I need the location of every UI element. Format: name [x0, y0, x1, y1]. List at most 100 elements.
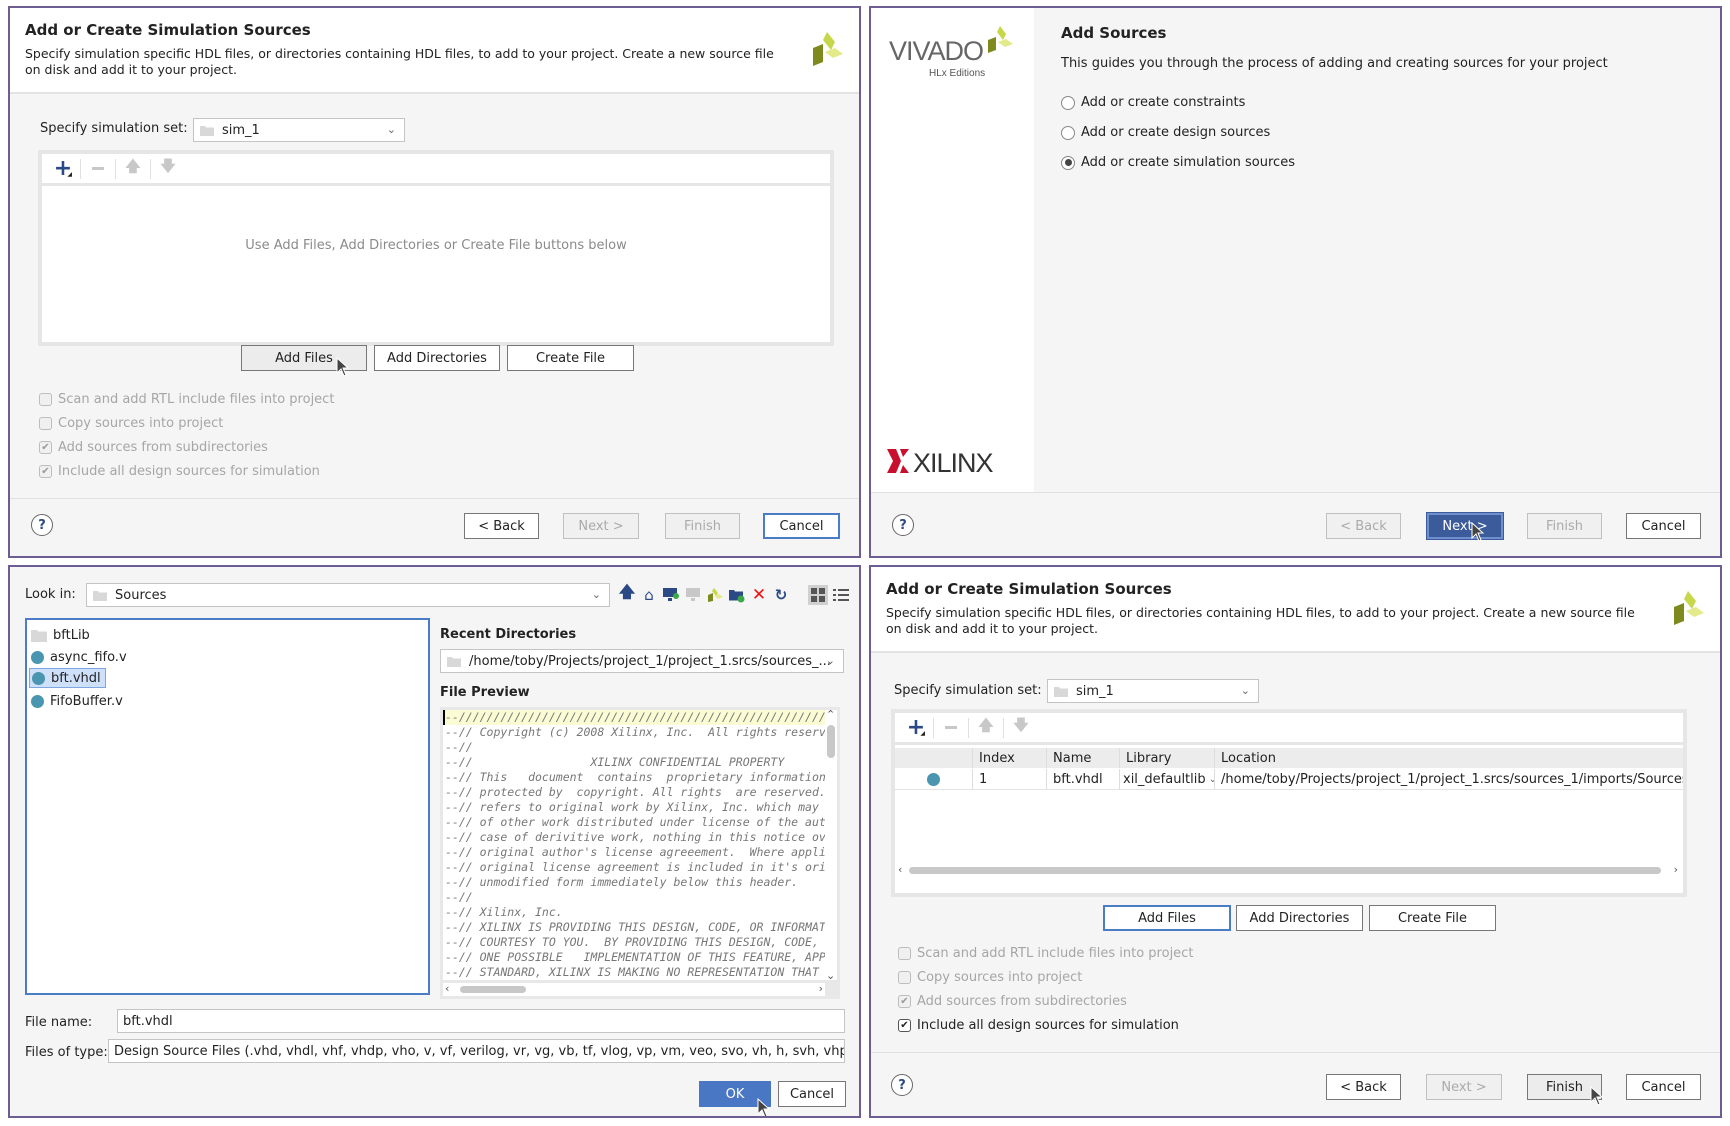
desktop-icon[interactable]: [662, 587, 680, 603]
scan-rtl-include-checkbox[interactable]: Scan and add RTL include files into proj…: [39, 392, 334, 407]
list-view-icon[interactable]: [832, 587, 850, 603]
move-down-icon[interactable]: 🡇: [1008, 716, 1034, 740]
finish-button[interactable]: Finish: [1527, 513, 1602, 539]
dialog-title: Add or Create Simulation Sources: [25, 21, 311, 39]
look-in-dropdown[interactable]: Sources ⌄: [86, 583, 610, 607]
checkbox-label: Add sources from subdirectories: [917, 994, 1127, 1009]
create-file-button[interactable]: Create File: [507, 345, 634, 371]
move-up-icon[interactable]: 🡅: [973, 716, 999, 740]
include-design-sources-checkbox[interactable]: ✔ Include all design sources for simulati…: [898, 1018, 1179, 1033]
hdl-file-icon: [31, 650, 44, 664]
column-header-library[interactable]: Library: [1120, 748, 1215, 768]
scrollbar-thumb[interactable]: [460, 986, 526, 993]
check-icon: ✔: [39, 441, 52, 454]
file-item[interactable]: async_fifo.v: [29, 647, 131, 667]
preview-vertical-scrollbar[interactable]: ⌃ ⌄: [825, 708, 837, 982]
preview-line: --// STANDARD, XILINX IS MAKING NO REPRE…: [445, 965, 819, 979]
radio-label: Add or create simulation sources: [1081, 155, 1295, 170]
cancel-button[interactable]: Cancel: [1626, 513, 1701, 539]
back-button[interactable]: < Back: [1326, 1074, 1401, 1100]
name-cell: bft.vhdl: [1047, 769, 1120, 789]
add-directories-button[interactable]: Add Directories: [374, 345, 500, 371]
preview-text: --//////////////////////////////////////…: [443, 710, 825, 980]
refresh-icon[interactable]: ↻: [772, 586, 790, 604]
folder-icon: [1054, 686, 1068, 697]
next-button[interactable]: Next >: [1426, 1074, 1502, 1100]
scrollbar-thumb[interactable]: [827, 725, 835, 758]
scroll-right-icon[interactable]: ›: [819, 982, 823, 995]
next-button[interactable]: Next >: [1426, 512, 1504, 540]
sim-set-dropdown[interactable]: sim_1 ⌄: [193, 118, 405, 142]
remove-icon[interactable]: [85, 157, 111, 181]
vivado-edition-text: HLx Editions: [929, 68, 986, 79]
library-dropdown[interactable]: xil_defaultlib⌄: [1120, 769, 1215, 789]
add-subdirectories-checkbox[interactable]: ✔ Add sources from subdirectories: [898, 994, 1127, 1009]
sim-set-dropdown[interactable]: sim_1 ⌄: [1047, 679, 1259, 703]
cancel-button[interactable]: Cancel: [778, 1081, 846, 1107]
radio-design-sources[interactable]: Add or create design sources: [1061, 125, 1270, 140]
tiles-view-icon[interactable]: [808, 584, 828, 605]
help-icon[interactable]: ?: [892, 514, 914, 536]
move-down-icon[interactable]: 🡇: [155, 157, 181, 181]
vivado-project-icon[interactable]: [706, 587, 724, 603]
finish-button[interactable]: Finish: [665, 513, 740, 539]
mouse-cursor-icon: [336, 357, 350, 377]
new-folder-icon[interactable]: [728, 587, 746, 603]
home-icon[interactable]: ⌂: [640, 586, 658, 604]
scrollbar-thumb[interactable]: [909, 867, 1661, 874]
preview-horizontal-scrollbar[interactable]: ‹ ›: [443, 982, 825, 996]
computer-icon[interactable]: [684, 587, 702, 603]
scroll-left-icon[interactable]: ‹: [445, 982, 449, 995]
preview-line: --//: [445, 740, 473, 754]
column-header-name[interactable]: Name: [1047, 748, 1120, 768]
column-header-index[interactable]: Index: [973, 748, 1047, 768]
add-icon[interactable]: + ◢: [903, 716, 929, 740]
files-of-type-dropdown[interactable]: Design Source Files (.vhd, vhdl, vhf, vh…: [108, 1039, 845, 1063]
scroll-up-icon[interactable]: ⌃: [826, 708, 835, 721]
add-icon[interactable]: + ◢: [50, 157, 76, 181]
back-button[interactable]: < Back: [1326, 513, 1401, 539]
column-header-status[interactable]: [895, 748, 973, 768]
cancel-label: Cancel: [1641, 518, 1686, 534]
copy-sources-checkbox[interactable]: Copy sources into project: [39, 416, 223, 431]
file-item-selected[interactable]: bft.vhdl: [29, 668, 106, 688]
add-subdirectories-checkbox[interactable]: ✔ Add sources from subdirectories: [39, 440, 268, 455]
scroll-right-icon[interactable]: ›: [1674, 863, 1678, 876]
file-item-folder[interactable]: bftLib: [29, 625, 94, 645]
file-list[interactable]: bftLib async_fifo.v bft.vhdl FifoBuffer.…: [25, 618, 430, 995]
table-horizontal-scrollbar[interactable]: ‹ ›: [895, 863, 1683, 878]
sim-set-label: Specify simulation set:: [40, 121, 188, 136]
cancel-button[interactable]: Cancel: [1626, 1074, 1701, 1100]
remove-icon[interactable]: [938, 716, 964, 740]
include-design-sources-checkbox[interactable]: ✔ Include all design sources for simulati…: [39, 464, 320, 479]
radio-simulation-sources[interactable]: Add or create simulation sources: [1061, 155, 1295, 170]
recent-directories-dropdown[interactable]: /home/toby/Projects/project_1/project_1.…: [440, 649, 844, 673]
up-folder-icon[interactable]: 🡅: [618, 581, 636, 608]
scroll-left-icon[interactable]: ‹: [898, 863, 902, 876]
scan-rtl-include-checkbox[interactable]: Scan and add RTL include files into proj…: [898, 946, 1193, 961]
next-button[interactable]: Next >: [563, 513, 639, 539]
create-file-button[interactable]: Create File: [1369, 905, 1496, 931]
add-directories-button[interactable]: Add Directories: [1236, 905, 1363, 931]
files-of-type-label: Files of type:: [25, 1045, 108, 1060]
radio-constraints[interactable]: Add or create constraints: [1061, 95, 1245, 110]
file-chooser-toolbar: 🡅 ⌂ ✕ ↻: [618, 581, 850, 608]
move-up-icon[interactable]: 🡅: [120, 157, 146, 181]
help-icon[interactable]: ?: [31, 514, 53, 536]
scroll-down-icon[interactable]: ⌄: [826, 969, 835, 982]
dialog-header: Add or Create Simulation Sources Specify…: [871, 567, 1720, 653]
add-files-button[interactable]: Add Files: [1103, 905, 1231, 931]
delete-icon[interactable]: ✕: [750, 585, 768, 605]
footer-divider: [10, 498, 859, 499]
back-button[interactable]: < Back: [464, 513, 539, 539]
file-item[interactable]: FifoBuffer.v: [29, 691, 127, 711]
file-name-input[interactable]: bft.vhdl: [117, 1009, 845, 1033]
help-icon[interactable]: ?: [891, 1074, 913, 1096]
cancel-label: Cancel: [789, 1086, 835, 1102]
dialog-description: Specify simulation specific HDL files, o…: [886, 605, 1635, 636]
cancel-button[interactable]: Cancel: [763, 513, 840, 539]
copy-sources-checkbox[interactable]: Copy sources into project: [898, 970, 1082, 985]
table-row[interactable]: 1 bft.vhdl xil_defaultlib⌄ /home/toby/Pr…: [895, 769, 1683, 790]
column-header-location[interactable]: Location: [1215, 748, 1683, 768]
look-in-value: Sources: [115, 587, 167, 603]
